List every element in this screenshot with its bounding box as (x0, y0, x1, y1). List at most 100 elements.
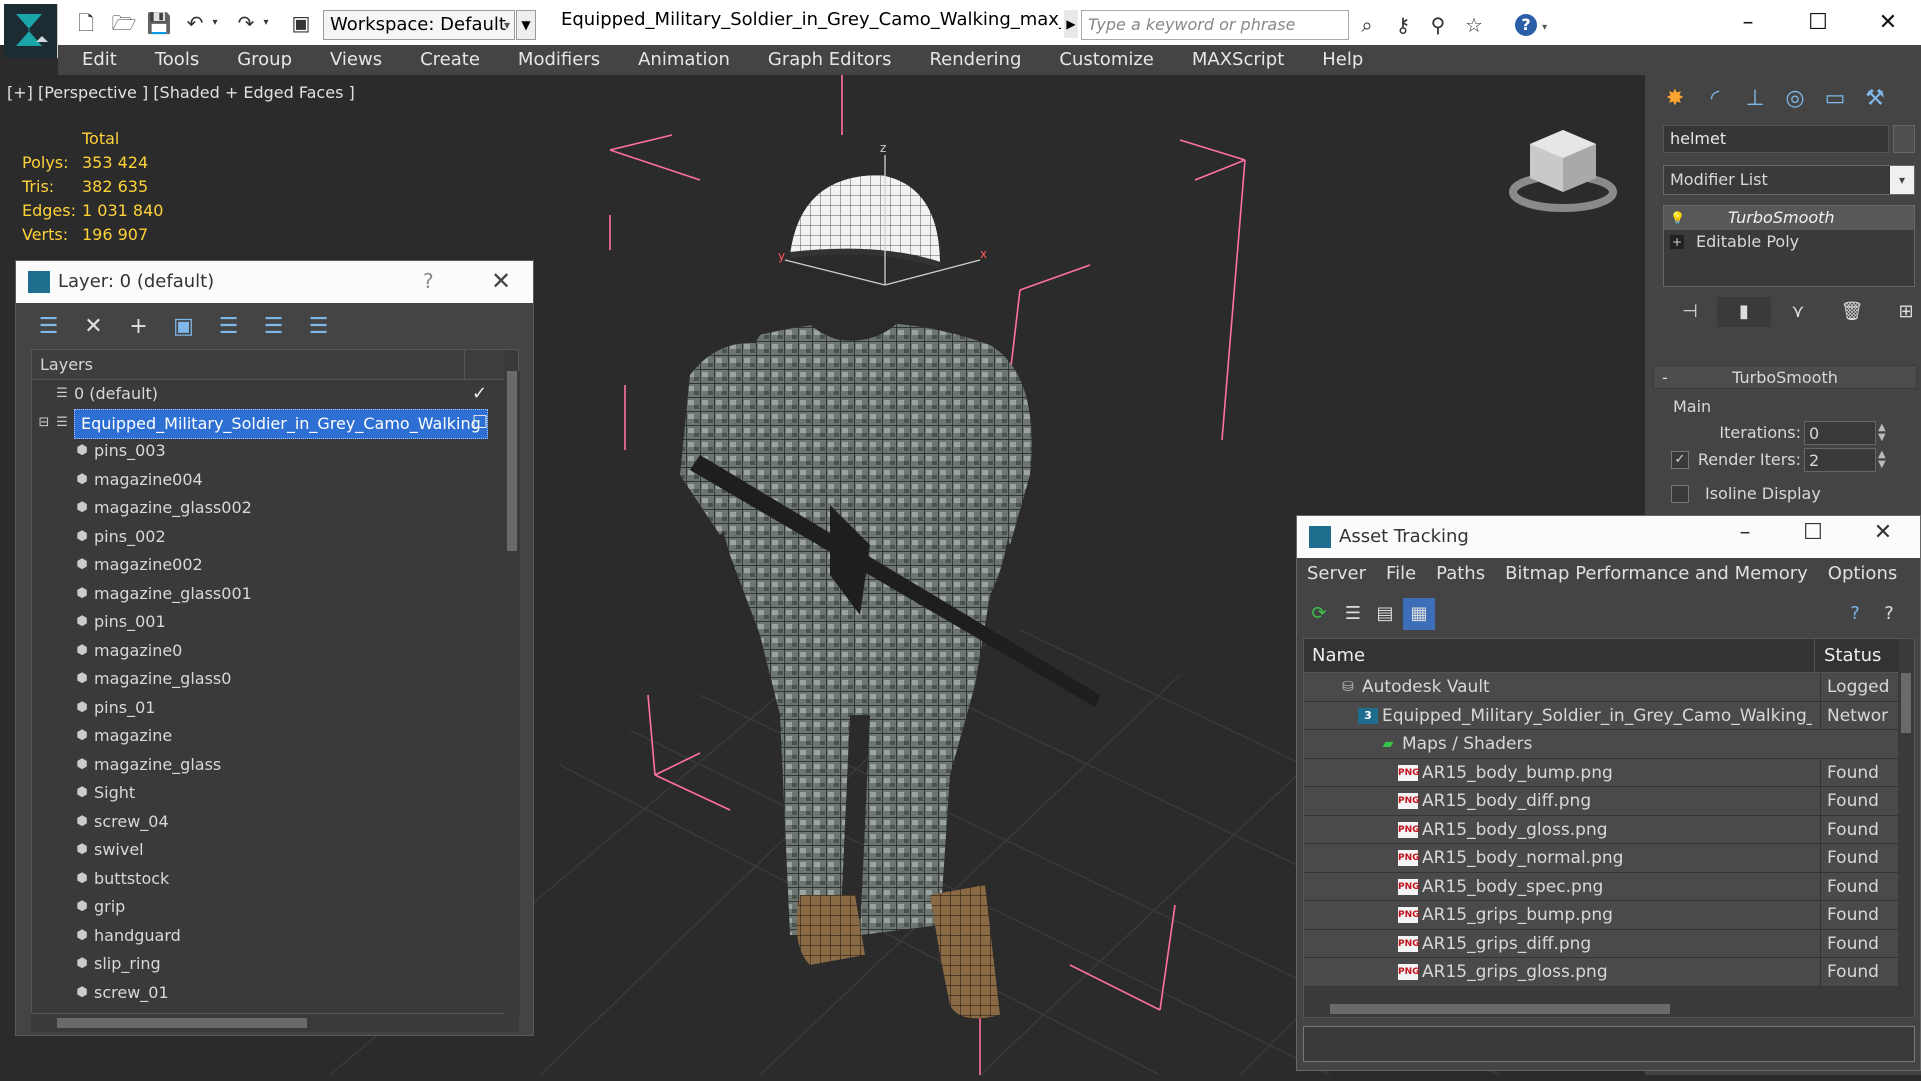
collapse-icon[interactable]: ⊟ (36, 415, 52, 431)
asset-row[interactable]: PNG AR15_body_spec.png Found (1304, 872, 1898, 901)
asset-row[interactable]: PNG AR15_body_normal.png Found (1304, 844, 1898, 873)
column-divider[interactable] (1814, 639, 1815, 673)
menu-file[interactable]: File (1386, 558, 1416, 590)
asset-row[interactable]: PNG AR15_grips_diff.png Found (1304, 929, 1898, 958)
help-icon[interactable]: ? (1839, 598, 1871, 630)
column-status-header[interactable]: Status (1824, 639, 1881, 673)
column-name-header[interactable]: Name (1312, 639, 1365, 673)
expand-icon[interactable]: + (1670, 235, 1684, 249)
layer-row[interactable]: ⬢ buttstock (32, 865, 504, 894)
layer-row[interactable]: ⬢ magazine_glass001 (32, 580, 504, 609)
layer-row[interactable]: ⬢ screw_04 (32, 808, 504, 837)
menu-server[interactable]: Server (1307, 558, 1366, 590)
menu-help[interactable]: Help (1322, 45, 1363, 75)
close-icon[interactable]: ✕ (1853, 520, 1913, 545)
layer-dialog-titlebar[interactable]: Layer: 0 (default) ? ✕ (16, 261, 533, 303)
favorites-star-icon[interactable]: ☆ (1461, 12, 1487, 38)
set-current-layer-icon[interactable]: ☐ (472, 409, 488, 438)
layer-row[interactable]: ⬢ magazine004 (32, 466, 504, 495)
scrollbar-thumb[interactable] (507, 371, 517, 551)
list-view-icon[interactable]: ☰ (1337, 598, 1369, 630)
make-unique-icon[interactable]: ⋎ (1771, 297, 1825, 327)
menu-options[interactable]: Options (1828, 558, 1897, 590)
asset-row[interactable]: PNG AR15_body_diff.png Found (1304, 787, 1898, 816)
menu-animation[interactable]: Animation (638, 45, 730, 75)
layer-row[interactable]: ⬢ pins_01 (32, 694, 504, 723)
save-file-icon[interactable]: 💾 (145, 10, 173, 36)
object-color-swatch[interactable] (1893, 125, 1915, 153)
asset-row[interactable]: ⛁ Autodesk Vault Logged (1304, 673, 1898, 702)
asset-row[interactable]: PNG AR15_body_bump.png Found (1304, 758, 1898, 787)
isoline-checkbox[interactable] (1671, 485, 1689, 503)
table-view-icon[interactable]: ▦ (1403, 598, 1435, 630)
horizontal-scrollbar[interactable] (31, 1014, 519, 1032)
hierarchy-tab-icon[interactable]: ⊥ (1735, 81, 1775, 117)
asset-row[interactable]: PNG AR15_grips_bump.png Found (1304, 901, 1898, 930)
app-menu-button[interactable] (4, 4, 58, 58)
object-name-field[interactable]: helmet (1663, 125, 1889, 153)
minimize-icon[interactable]: – (1715, 520, 1775, 545)
new-layer-icon[interactable]: ☰ (26, 309, 71, 345)
menu-create[interactable]: Create (420, 45, 480, 75)
vertical-scrollbar[interactable] (504, 371, 520, 1014)
select-objects-icon[interactable]: ▣ (161, 309, 206, 345)
undo-icon[interactable]: ↶ (181, 10, 209, 36)
menu-modifiers[interactable]: Modifiers (518, 45, 600, 75)
motion-tab-icon[interactable]: ◎ (1775, 81, 1815, 117)
menu-maxscript[interactable]: MAXScript (1192, 45, 1284, 75)
help-icon[interactable]: ? (423, 269, 434, 293)
layer-row[interactable]: ⬢ Sight (32, 779, 504, 808)
spinner-arrows-icon[interactable]: ▲ ▼ (1878, 450, 1886, 470)
search-input[interactable]: Type a keyword or phrase (1081, 10, 1349, 40)
minimize-icon[interactable]: – (1713, 0, 1783, 45)
layer-row[interactable]: ⬢ pins_001 (32, 608, 504, 637)
layer-row[interactable]: ⬢ swivel (32, 836, 504, 865)
layer-row[interactable]: ⬢ grip (32, 893, 504, 922)
highlight-layer-icon[interactable]: ☰ (206, 309, 251, 345)
binoculars-icon[interactable]: ⌕ (1354, 12, 1380, 38)
maximize-icon[interactable]: ☐ (1783, 520, 1843, 545)
redo-icon[interactable]: ↷ (232, 10, 260, 36)
layer-row[interactable]: ⬢ magazine (32, 722, 504, 751)
asset-row[interactable]: 3 Equipped_Military_Soldier_in_Grey_Camo_… (1304, 701, 1898, 730)
menu-edit[interactable]: Edit (82, 45, 117, 75)
configure-modifier-sets-icon[interactable]: ⊞ (1879, 297, 1921, 327)
open-file-icon[interactable]: 🗁 (110, 10, 138, 36)
layer-row[interactable]: ⊟ ☰ Equipped_Military_Soldier_in_Grey_Camo… (32, 408, 504, 439)
refresh-icon[interactable]: ⟳ (1303, 598, 1335, 630)
current-layer-check-icon[interactable]: ✓ (472, 380, 487, 409)
layer-row[interactable]: ⬢ pins_002 (32, 523, 504, 552)
layer-row[interactable]: ⬢ magazine_glass (32, 751, 504, 780)
layer-row[interactable]: ⬢ magazine002 (32, 551, 504, 580)
asset-path-field[interactable] (1303, 1026, 1915, 1062)
delete-layer-icon[interactable]: ✕ (71, 309, 116, 345)
menu-group[interactable]: Group (237, 45, 292, 75)
layer-row[interactable]: ⬢ magazine0 (32, 637, 504, 666)
menu-rendering[interactable]: Rendering (929, 45, 1021, 75)
layer-row[interactable]: ⬢ magazine_glass002 (32, 494, 504, 523)
layer-row[interactable]: ⬢ pins_003 (32, 437, 504, 466)
scrollbar-thumb[interactable] (1330, 1004, 1670, 1014)
render-iters-checkbox[interactable]: ✓ (1671, 451, 1689, 469)
iterations-spinner[interactable]: 0 (1804, 421, 1876, 445)
viewport-label-menu[interactable]: [+] [Perspective ] [Shaded + Edged Faces… (7, 83, 355, 102)
maximize-icon[interactable]: ☐ (1783, 0, 1853, 45)
stack-item-turbosmooth[interactable]: 💡 TurboSmooth (1664, 206, 1914, 230)
context-help-icon[interactable]: ? (1873, 598, 1905, 630)
thumbnail-view-icon[interactable]: ▤ (1369, 598, 1401, 630)
vertical-scrollbar[interactable] (1898, 673, 1914, 993)
workspace-dropdown[interactable]: Workspace: Default ▾ (323, 10, 515, 40)
menu-customize[interactable]: Customize (1059, 45, 1153, 75)
asset-row[interactable]: PNG AR15_grips_gloss.png Found (1304, 958, 1898, 987)
remove-modifier-icon[interactable]: 🗑 (1825, 297, 1879, 327)
menu-graph-editors[interactable]: Graph Editors (768, 45, 892, 75)
viewcube-icon[interactable] (1508, 120, 1618, 215)
menu-views[interactable]: Views (330, 45, 382, 75)
quick-access-customize-button[interactable]: ▼ (516, 10, 536, 40)
undo-dropdown-icon[interactable]: ▾ (208, 10, 222, 36)
scrollbar-thumb[interactable] (57, 1018, 307, 1028)
hide-all-layers-icon[interactable]: ☰ (251, 309, 296, 345)
lightbulb-icon[interactable]: 💡 (1670, 206, 1685, 230)
layer-row[interactable]: ⬢ screw_01 (32, 979, 504, 1008)
asset-row[interactable]: ▰ Maps / Shaders (1304, 730, 1898, 759)
